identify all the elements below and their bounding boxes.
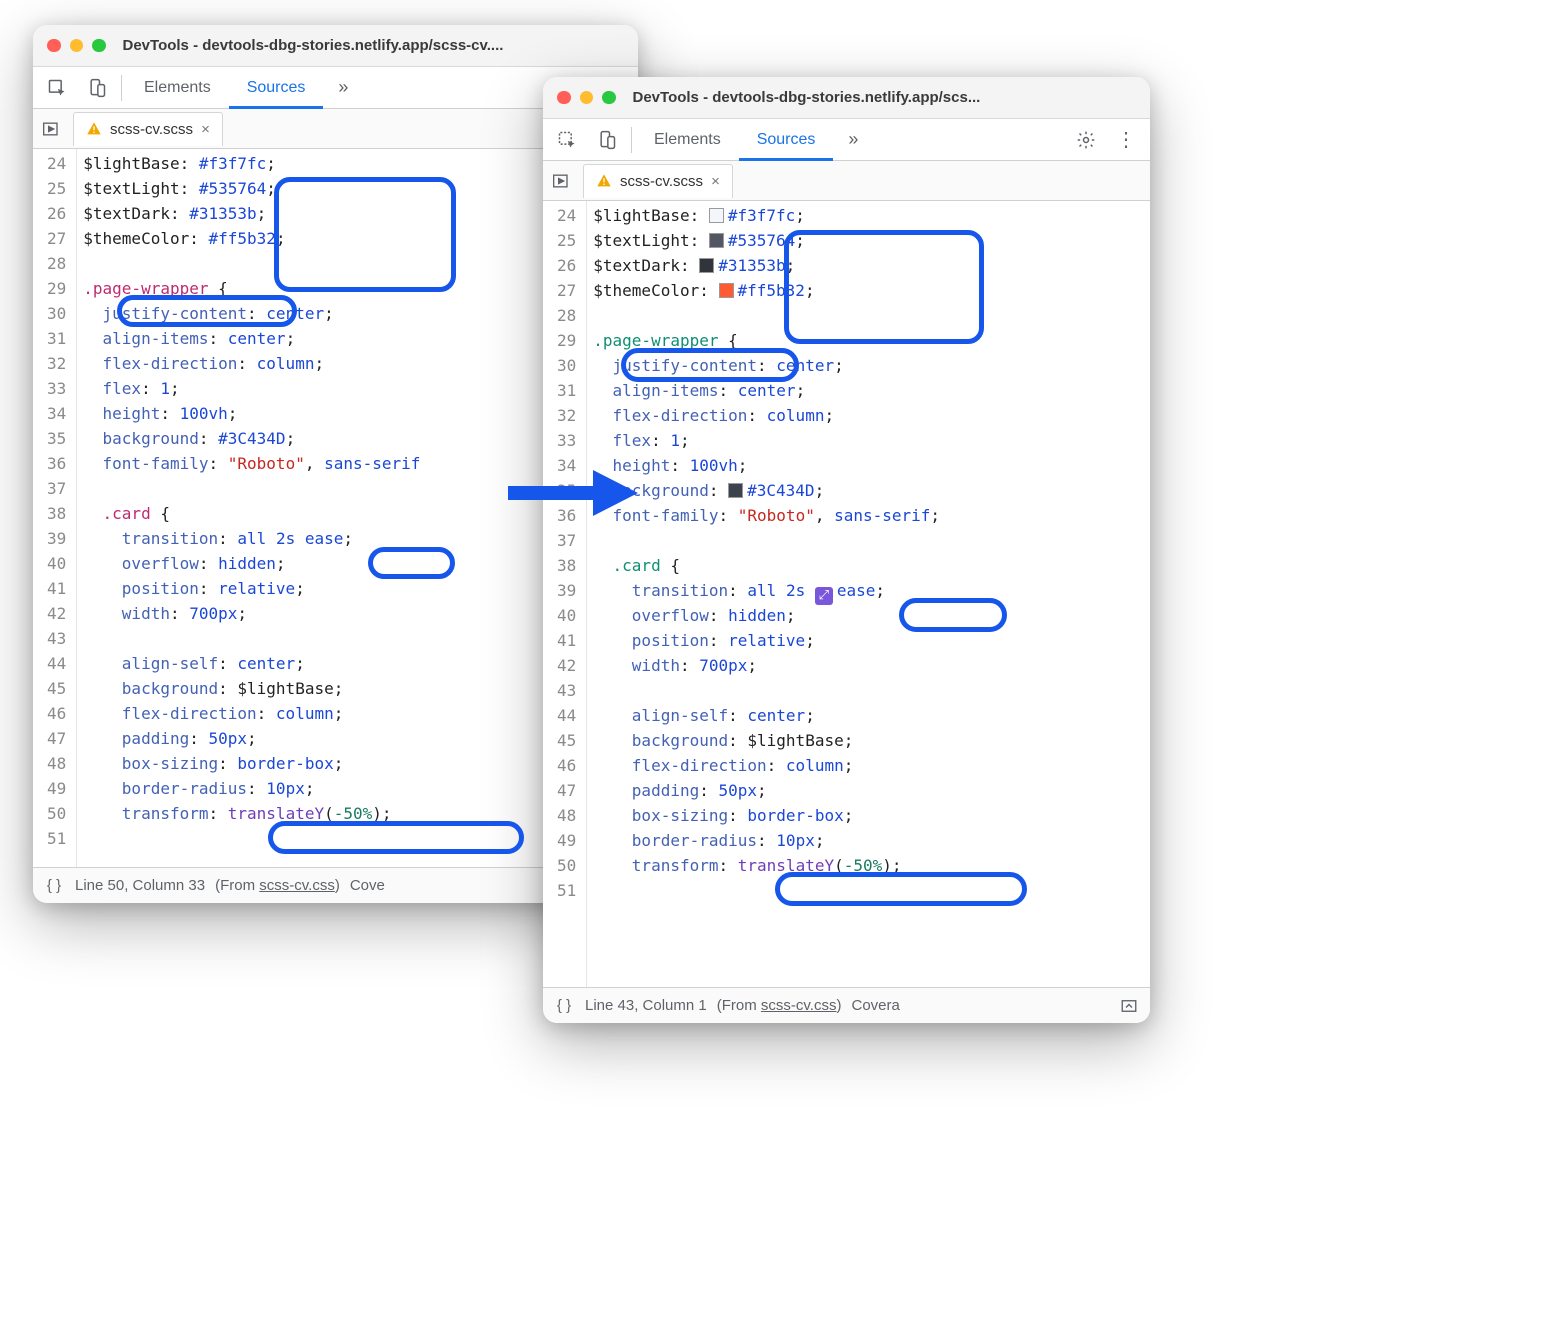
arrow-icon [503,458,643,528]
traffic-lights [557,91,616,105]
more-tabs-icon[interactable]: » [833,119,873,161]
source-link[interactable]: scss-cv.css [761,997,837,1014]
maximize-icon[interactable] [602,91,616,105]
window-title: DevTools - devtools-dbg-stories.netlify.… [633,89,981,106]
file-tab[interactable]: scss-cv.scss × [73,112,223,146]
inspect-element-icon[interactable] [37,67,77,109]
file-tab-label: scss-cv.scss [620,173,703,190]
tab-sources[interactable]: Sources [739,119,834,161]
close-tab-icon[interactable]: × [711,173,720,190]
toolbar: Elements Sources » ⋮ [543,119,1150,161]
inspect-element-icon[interactable] [547,119,587,161]
minimize-icon[interactable] [580,91,594,105]
bezier-swatch-icon[interactable]: ⤢ [815,587,833,605]
file-tab-label: scss-cv.scss [110,121,193,138]
minimize-icon[interactable] [70,39,84,53]
devtools-window-after: DevTools - devtools-dbg-stories.netlify.… [543,77,1150,1023]
warning-icon [86,121,102,137]
tab-elements[interactable]: Elements [636,119,739,161]
maximize-icon[interactable] [92,39,106,53]
code-content[interactable]: $lightBase: #f3f7fc;$textLight: #535764;… [587,201,940,987]
device-toggle-icon[interactable] [77,67,117,109]
color-swatch-icon[interactable] [728,483,743,498]
close-icon[interactable] [47,39,61,53]
file-tabs-row: scss-cv.scss × [543,161,1150,201]
kebab-icon[interactable]: ⋮ [1106,119,1146,161]
line-gutter: 2425262728293031323334353637383940414243… [33,149,77,867]
debugger-icon[interactable] [547,166,577,196]
code-editor[interactable]: 2425262728293031323334353637383940414243… [543,201,1150,987]
color-swatch-icon[interactable] [709,208,724,223]
more-tabs-icon[interactable]: » [323,67,363,109]
statusbar: { } Line 43, Column 1 (From scss-cv.css)… [543,987,1150,1023]
status-rest: Covera [851,997,899,1014]
format-icon[interactable]: { } [553,997,575,1014]
tab-sources[interactable]: Sources [229,67,324,109]
close-icon[interactable] [557,91,571,105]
cursor-position: Line 50, Column 33 [75,877,205,894]
debugger-icon[interactable] [37,114,67,144]
source-from: (From scss-cv.css) [215,877,340,894]
window-title: DevTools - devtools-dbg-stories.netlify.… [123,37,504,54]
titlebar: DevTools - devtools-dbg-stories.netlify.… [543,77,1150,119]
code-content[interactable]: $lightBase: #f3f7fc;$textLight: #535764;… [77,149,420,867]
expand-icon[interactable] [1118,997,1140,1015]
warning-icon [596,173,612,189]
color-swatch-icon[interactable] [709,233,724,248]
color-swatch-icon[interactable] [719,283,734,298]
source-link[interactable]: scss-cv.css [259,877,335,894]
file-tab[interactable]: scss-cv.scss × [583,164,733,198]
source-from: (From scss-cv.css) [717,997,842,1014]
device-toggle-icon[interactable] [587,119,627,161]
status-rest: Cove [350,877,385,894]
tab-elements[interactable]: Elements [126,67,229,109]
format-icon[interactable]: { } [43,877,65,894]
titlebar: DevTools - devtools-dbg-stories.netlify.… [33,25,638,67]
color-swatch-icon[interactable] [699,258,714,273]
close-tab-icon[interactable]: × [201,121,210,138]
line-gutter: 2425262728293031323334353637383940414243… [543,201,587,987]
traffic-lights [47,39,106,53]
cursor-position: Line 43, Column 1 [585,997,707,1014]
settings-icon[interactable] [1066,119,1106,161]
